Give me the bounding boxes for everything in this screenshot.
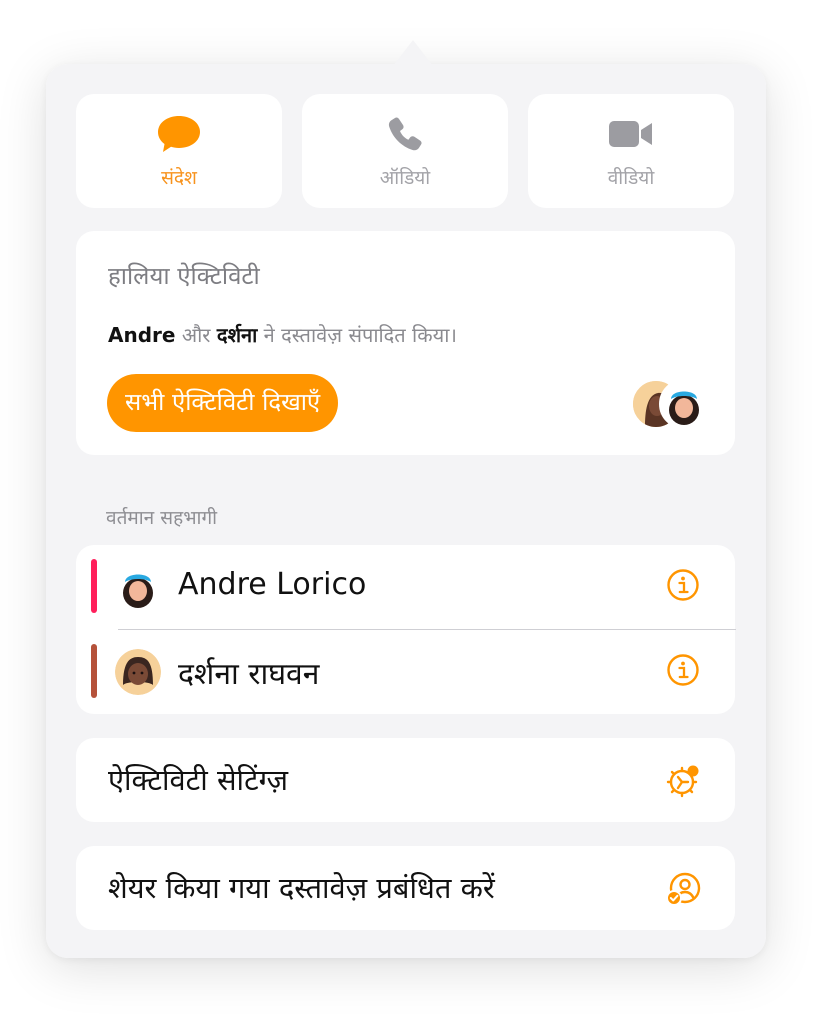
participant-color-bar — [91, 644, 97, 698]
activity-avatars — [631, 379, 709, 429]
participant-name: दर्शना राघवन — [178, 657, 320, 692]
activity-summary: Andre और दर्शना ने दस्तावेज़ संपादित किय… — [108, 321, 457, 348]
show-all-activity-button[interactable]: सभी ऐक्टिविटी दिखाएँ — [107, 374, 339, 432]
avatar — [115, 649, 161, 695]
participants-card: Andre Lorico दर्शना राघवन — [76, 545, 736, 714]
participant-row[interactable]: Andre Lorico — [76, 545, 736, 630]
info-icon[interactable] — [666, 653, 700, 687]
message-label: संदेश — [161, 167, 197, 189]
message-bubble-icon — [76, 114, 282, 154]
participant-row[interactable]: दर्शना राघवन — [76, 630, 736, 714]
collaboration-popover: संदेश ऑडियो वीडियो हालिया ऐक्टिविटी Andr… — [46, 64, 766, 958]
activity-settings-row[interactable]: ऐक्टिविटी सेटिंग्ज़ — [76, 738, 735, 822]
activity-description: ने दस्तावेज़ संपादित किया। — [257, 323, 457, 347]
manage-sharing-icon — [664, 870, 702, 908]
activity-user-darshana: दर्शना — [216, 323, 258, 347]
video-call-button[interactable]: वीडियो — [528, 94, 734, 208]
video-camera-icon — [528, 114, 734, 154]
recent-activity-card: हालिया ऐक्टिविटी Andre और दर्शना ने दस्त… — [76, 231, 735, 455]
info-icon[interactable] — [666, 568, 700, 602]
manage-shared-document-label: शेयर किया गया दस्तावेज़ प्रबंधित करें — [108, 871, 495, 905]
audio-label: ऑडियो — [379, 167, 431, 189]
phone-icon — [302, 114, 508, 154]
participant-name: Andre Lorico — [178, 567, 367, 602]
manage-shared-document-row[interactable]: शेयर किया गया दस्तावेज़ प्रबंधित करें — [76, 846, 735, 930]
activity-settings-label: ऐक्टिविटी सेटिंग्ज़ — [108, 763, 289, 797]
video-label: वीडियो — [607, 167, 655, 189]
audio-call-button[interactable]: ऑडियो — [302, 94, 508, 208]
activity-conjunction: और — [175, 323, 217, 347]
recent-activity-title: हालिया ऐक्टिविटी — [108, 262, 260, 290]
avatar-andre — [659, 379, 709, 429]
message-button[interactable]: संदेश — [76, 94, 282, 208]
activity-settings-gear-icon — [664, 762, 702, 800]
current-participants-header: वर्तमान सहभागी — [106, 507, 218, 529]
participant-color-bar — [91, 559, 97, 613]
avatar — [115, 564, 161, 610]
popover-arrow — [393, 40, 433, 66]
activity-user-andre: Andre — [108, 323, 176, 347]
